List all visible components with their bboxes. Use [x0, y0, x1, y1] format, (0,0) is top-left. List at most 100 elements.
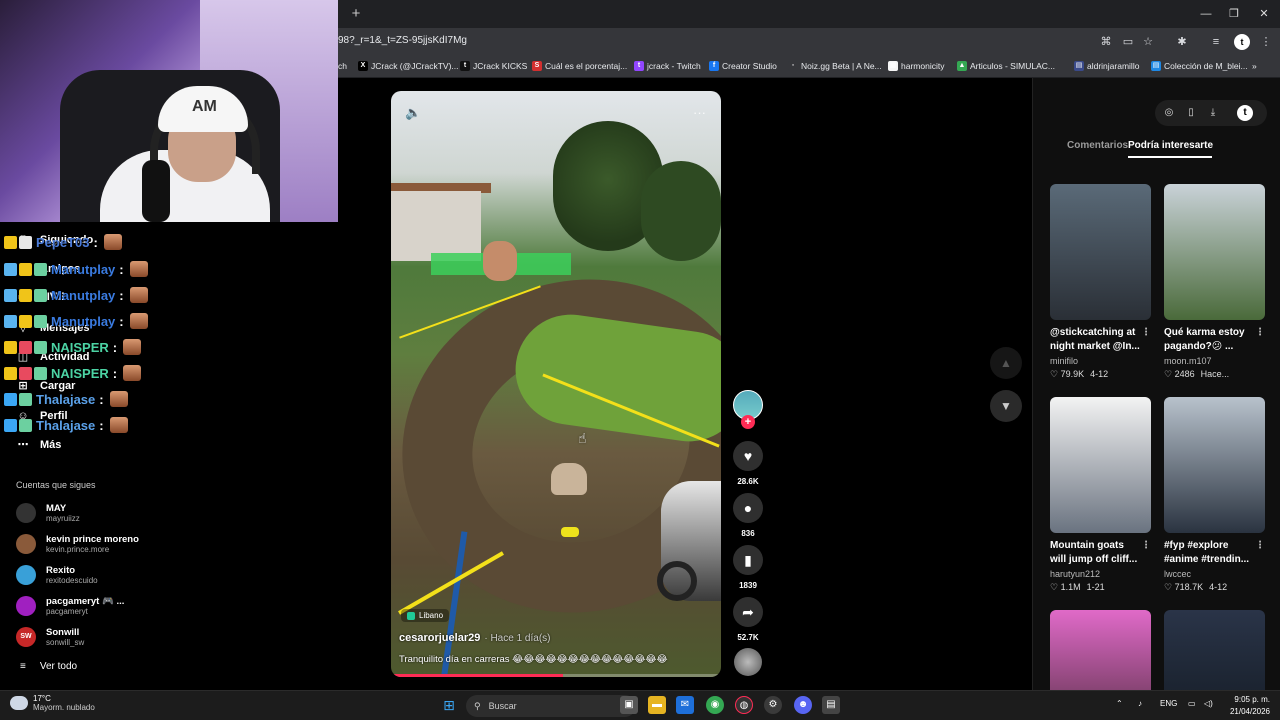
autoscroll-icon[interactable]: ◎	[1161, 105, 1177, 121]
comment-button[interactable]: ●	[733, 493, 763, 523]
bookmark-item[interactable]: t JCrack KICKS	[460, 61, 527, 71]
followed-account[interactable]: kevin prince moreno kevin.prince.more	[16, 534, 139, 554]
discord-icon[interactable]: ☻	[794, 696, 812, 714]
chat-badge-icon	[4, 418, 17, 432]
followed-account[interactable]: SW Sonwill sonwill_sw	[16, 627, 84, 647]
bookmark-item[interactable]: ▲ Articulos - SIMULAC...	[957, 61, 1055, 71]
follow-plus-button[interactable]: +	[741, 415, 755, 429]
see-all-link[interactable]: ≡ Ver todo	[20, 661, 77, 672]
card-more-icon[interactable]: ⋮	[1255, 326, 1265, 340]
chat-badge-icon	[34, 314, 47, 328]
tab-comments[interactable]: Comentarios	[1067, 140, 1128, 151]
video-thumbnail[interactable]	[1164, 397, 1265, 533]
video-thumbnail[interactable]	[1050, 184, 1151, 320]
network-icon[interactable]: ▭	[1188, 699, 1196, 708]
video-thumbnail[interactable]	[1164, 184, 1265, 320]
app-icon-obs[interactable]: ◍	[735, 696, 753, 714]
device-icon[interactable]: ▯	[1183, 105, 1199, 121]
video-author[interactable]: cesarorjuelar29 · Hace 1 día(s)	[399, 632, 550, 644]
volume-icon[interactable]: 🔈	[405, 105, 421, 121]
extensions-icon[interactable]: ✱	[1174, 34, 1190, 50]
save-button[interactable]: ▮	[733, 545, 763, 575]
file-explorer-icon[interactable]: ▬	[648, 696, 666, 714]
new-tab-button[interactable]: +	[346, 4, 366, 24]
card-title[interactable]: @stickcatching at night market @In... ⋮	[1050, 326, 1151, 354]
download-icon[interactable]: ⤓	[1205, 105, 1221, 121]
close-window-button[interactable]: ✕	[1254, 4, 1274, 24]
webcam-overlay: AM	[0, 0, 338, 222]
bookmark-item[interactable]: ▤ aldrinjaramillo	[1074, 61, 1139, 71]
video-thumbnail[interactable]	[1050, 397, 1151, 533]
recommended-video-card[interactable]: @stickcatching at night market @In... ⋮ mi…	[1050, 184, 1151, 380]
task-view-icon[interactable]: ▣	[620, 696, 638, 714]
system-clock[interactable]: 9:05 p. m. 21/04/2026	[1220, 694, 1270, 718]
next-video-button[interactable]: ▼	[990, 390, 1022, 422]
card-more-icon[interactable]: ⋮	[1141, 539, 1151, 553]
card-author[interactable]: harutyun212	[1050, 569, 1151, 579]
bookmark-star-icon[interactable]: ☆	[1140, 34, 1156, 50]
card-more-icon[interactable]: ⋮	[1255, 539, 1265, 553]
browser-menu-icon[interactable]: ⋮	[1258, 34, 1274, 50]
app-icon-notepad[interactable]: ▤	[822, 696, 840, 714]
bookmark-item[interactable]: f Creator Studio	[709, 61, 777, 71]
taskbar-search[interactable]: ⚲ Buscar	[466, 695, 636, 717]
bookmark-item[interactable]: ▦ harmonicity	[888, 61, 944, 71]
windows-start-icon[interactable]: ⊞	[440, 696, 458, 714]
bookmark-label: ch	[338, 61, 347, 71]
language-indicator[interactable]: ENG	[1160, 699, 1177, 708]
location-tag[interactable]: Libano	[401, 609, 450, 622]
followed-account[interactable]: pacgameryt 🎮 ... pacgameryt	[16, 596, 124, 616]
video-player[interactable]: 🔈 ··· Libano cesarorjuelar29 · Hace 1 día…	[391, 91, 721, 677]
tab-recommended[interactable]: Podría interesarte	[1128, 140, 1213, 151]
sidebar-item[interactable]: ⋯ Más	[16, 438, 62, 452]
card-title[interactable]: Mountain goats will jump off cliff... ⋮	[1050, 539, 1151, 567]
music-disc[interactable]	[734, 648, 762, 676]
mail-icon[interactable]: ✉	[676, 696, 694, 714]
chat-badge-icon	[19, 418, 32, 432]
bookmark-item[interactable]: t jcrack - Twitch	[634, 61, 701, 71]
video-progress-bar[interactable]	[391, 674, 721, 677]
url-field[interactable]: 98?_r=1&_t=ZS-95jjsKdI7Mg	[338, 35, 467, 46]
account-handle: sonwill_sw	[46, 638, 85, 647]
recommended-video-card[interactable]: Qué karma estoy pagando?😕 ... ⋮ moon.m107 ♡…	[1164, 184, 1265, 380]
bookmark-item[interactable]: ch	[338, 61, 347, 71]
bookmark-item[interactable]: X JCrack (@JCrackTV)...	[358, 61, 459, 71]
card-title[interactable]: #fyp #explore #anime #trendin... ⋮	[1164, 539, 1265, 567]
comment-icon: ●	[743, 500, 753, 516]
chat-message: NAISPER:	[4, 339, 142, 355]
author-name[interactable]: cesarorjuelar29	[399, 632, 480, 644]
microphone-tray-icon[interactable]: ♪	[1138, 699, 1142, 708]
card-more-icon[interactable]: ⋮	[1141, 326, 1151, 340]
chevron-down-icon: ▼	[1000, 399, 1012, 413]
weather-widget[interactable]: 17°C Mayorm. nublado	[10, 694, 95, 712]
cast-icon[interactable]: ▭	[1120, 34, 1136, 50]
maximize-button[interactable]: ❐	[1224, 4, 1244, 24]
bookmark-label: Creator Studio	[722, 61, 777, 71]
followed-account[interactable]: Rexito rexitodescuido	[16, 565, 98, 585]
recommended-video-card[interactable]: #fyp #explore #anime #trendin... ⋮ lwccec ♡…	[1164, 397, 1265, 593]
reading-list-icon[interactable]: ≡	[1208, 34, 1224, 50]
previous-video-button[interactable]: ▲	[990, 347, 1022, 379]
translate-icon[interactable]: ⌘	[1098, 34, 1114, 50]
chrome-icon[interactable]: ◉	[706, 696, 724, 714]
card-author[interactable]: moon.m107	[1164, 356, 1265, 366]
followed-account[interactable]: MAY mayruiizz	[16, 503, 80, 523]
tray-overflow-icon[interactable]: ⌃	[1116, 699, 1123, 708]
bookmark-item[interactable]: S Cuál es el porcentaj...	[532, 61, 627, 71]
profile-avatar[interactable]: t	[1234, 34, 1250, 50]
bookmark-item[interactable]: ◦ Noiz.gg Beta | A Ne...	[788, 61, 882, 71]
minimize-button[interactable]: —	[1196, 4, 1216, 24]
like-button[interactable]: ♥	[733, 441, 763, 471]
bookmark-item[interactable]: ▤ Colección de M_blei...	[1151, 61, 1248, 71]
profile-icon[interactable]: t	[1237, 105, 1253, 121]
card-author[interactable]: minifilo	[1050, 356, 1151, 366]
volume-tray-icon[interactable]: ◁)	[1204, 699, 1213, 708]
card-title[interactable]: Qué karma estoy pagando?😕 ... ⋮	[1164, 326, 1265, 354]
share-button[interactable]: ➦	[733, 597, 763, 627]
card-author[interactable]: lwccec	[1164, 569, 1265, 579]
recommended-video-card[interactable]: Mountain goats will jump off cliff... ⋮ ha…	[1050, 397, 1151, 593]
bookmarks-overflow-button[interactable]: »	[1252, 61, 1257, 71]
app-icon-steam[interactable]: ⚙	[764, 696, 782, 714]
bookmark-favicon-icon: t	[634, 61, 644, 71]
video-more-icon[interactable]: ···	[693, 105, 706, 120]
